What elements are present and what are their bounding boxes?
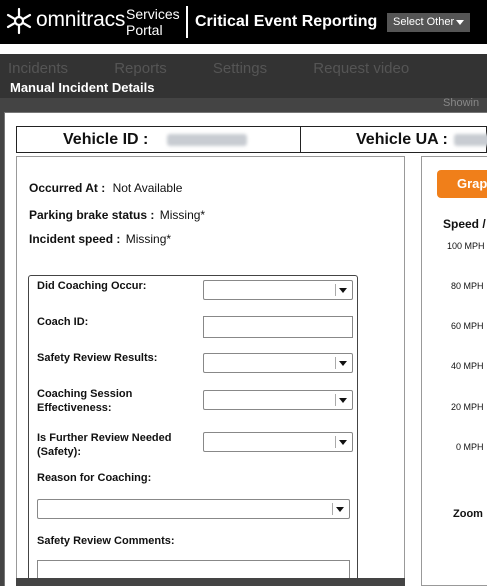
occurred-at-value: Not Available <box>112 181 183 195</box>
did-coaching-occur-label: Did Coaching Occur: <box>37 280 147 292</box>
services-portal-label: Services Portal <box>126 6 180 38</box>
app-title: Critical Event Reporting <box>195 13 378 30</box>
select-separator <box>335 357 336 369</box>
speed-axis-label: Speed / <box>443 217 486 231</box>
showing-label: Showin <box>443 97 480 109</box>
select-separator <box>332 503 333 515</box>
reason-for-coaching-label: Reason for Coaching: <box>37 472 152 484</box>
vehicle-ua-value-redacted <box>454 134 487 146</box>
reason-for-coaching-select[interactable] <box>37 499 350 519</box>
coaching-session-effectiveness-select[interactable] <box>203 390 353 410</box>
label-line-1: Is Further Review Needed <box>37 432 172 444</box>
coach-id-input[interactable] <box>203 316 353 338</box>
safety-review-results-select[interactable] <box>203 353 353 373</box>
nav-item-settings[interactable]: Settings <box>213 60 267 77</box>
graph-button[interactable]: Grap <box>437 170 487 198</box>
omnitracs-logo-icon <box>6 7 32 35</box>
incident-speed-label: Incident speed : <box>29 232 121 246</box>
chevron-down-icon <box>339 361 347 366</box>
safety-review-results-label: Safety Review Results: <box>37 352 158 364</box>
nav-items: Incidents Reports Settings Request video <box>8 60 451 77</box>
vehicle-id-label: Vehicle ID : <box>63 131 149 148</box>
modal-title: Manual Incident Details <box>10 80 155 95</box>
brand-name: omnitracs <box>36 8 126 31</box>
vehicle-bar-divider <box>300 127 301 152</box>
parking-brake-value: Missing* <box>159 208 206 222</box>
select-other-dropdown[interactable]: Select Other <box>387 13 470 32</box>
incident-speed-value: Missing* <box>125 232 172 246</box>
vehicle-bar: Vehicle ID : Vehicle UA : <box>16 126 487 153</box>
zoom-label: Zoom <box>453 508 483 520</box>
coach-id-label: Coach ID: <box>37 316 89 328</box>
further-review-label: Is Further Review Needed (Safety): <box>37 431 172 459</box>
chevron-down-icon <box>336 507 344 512</box>
safety-review-comments-label: Safety Review Comments: <box>37 535 175 547</box>
speed-tick-80: 80 MPH <box>451 281 484 291</box>
nav-item-reports[interactable]: Reports <box>114 60 167 77</box>
top-header: omnitracs Services Portal Critical Event… <box>0 0 487 44</box>
chevron-down-icon <box>456 20 464 25</box>
nav-item-incidents[interactable]: Incidents <box>8 60 68 77</box>
services-line-2: Portal <box>126 22 163 38</box>
speed-tick-40: 40 MPH <box>451 361 484 371</box>
speed-tick-60: 60 MPH <box>451 321 484 331</box>
select-separator <box>335 394 336 406</box>
select-other-label: Select Other <box>393 16 455 28</box>
occurred-at-label: Occurred At : <box>29 181 106 195</box>
modal-bottom-edge <box>16 578 405 586</box>
speed-tick-100: 100 MPH <box>447 241 485 251</box>
parking-brake-row: Parking brake status : Missing* <box>29 208 205 222</box>
chevron-down-icon <box>339 440 347 445</box>
vehicle-ua-label: Vehicle UA : <box>356 131 448 148</box>
label-line-1: Coaching Session <box>37 388 133 400</box>
chevron-down-icon <box>339 288 347 293</box>
nav-item-request-video[interactable]: Request video <box>313 60 409 77</box>
incident-speed-row: Incident speed : Missing* <box>29 232 171 246</box>
services-line-1: Services <box>126 6 180 22</box>
vehicle-id-value-redacted <box>167 134 247 146</box>
coaching-session-effectiveness-label: Coaching Session Effectiveness: <box>37 387 132 415</box>
label-line-2: (Safety): <box>37 446 82 458</box>
speed-tick-20: 20 MPH <box>451 402 484 412</box>
did-coaching-occur-select[interactable] <box>203 280 353 300</box>
nav-spacer <box>0 44 487 54</box>
further-review-select[interactable] <box>203 432 353 452</box>
header-divider <box>186 6 188 38</box>
parking-brake-label: Parking brake status : <box>29 208 155 222</box>
speed-tick-0: 0 MPH <box>456 442 484 452</box>
select-separator <box>335 436 336 448</box>
label-line-2: Effectiveness: <box>37 402 112 414</box>
chevron-down-icon <box>339 398 347 403</box>
select-separator <box>335 284 336 296</box>
occurred-at-row: Occurred At : Not Available <box>29 181 182 195</box>
